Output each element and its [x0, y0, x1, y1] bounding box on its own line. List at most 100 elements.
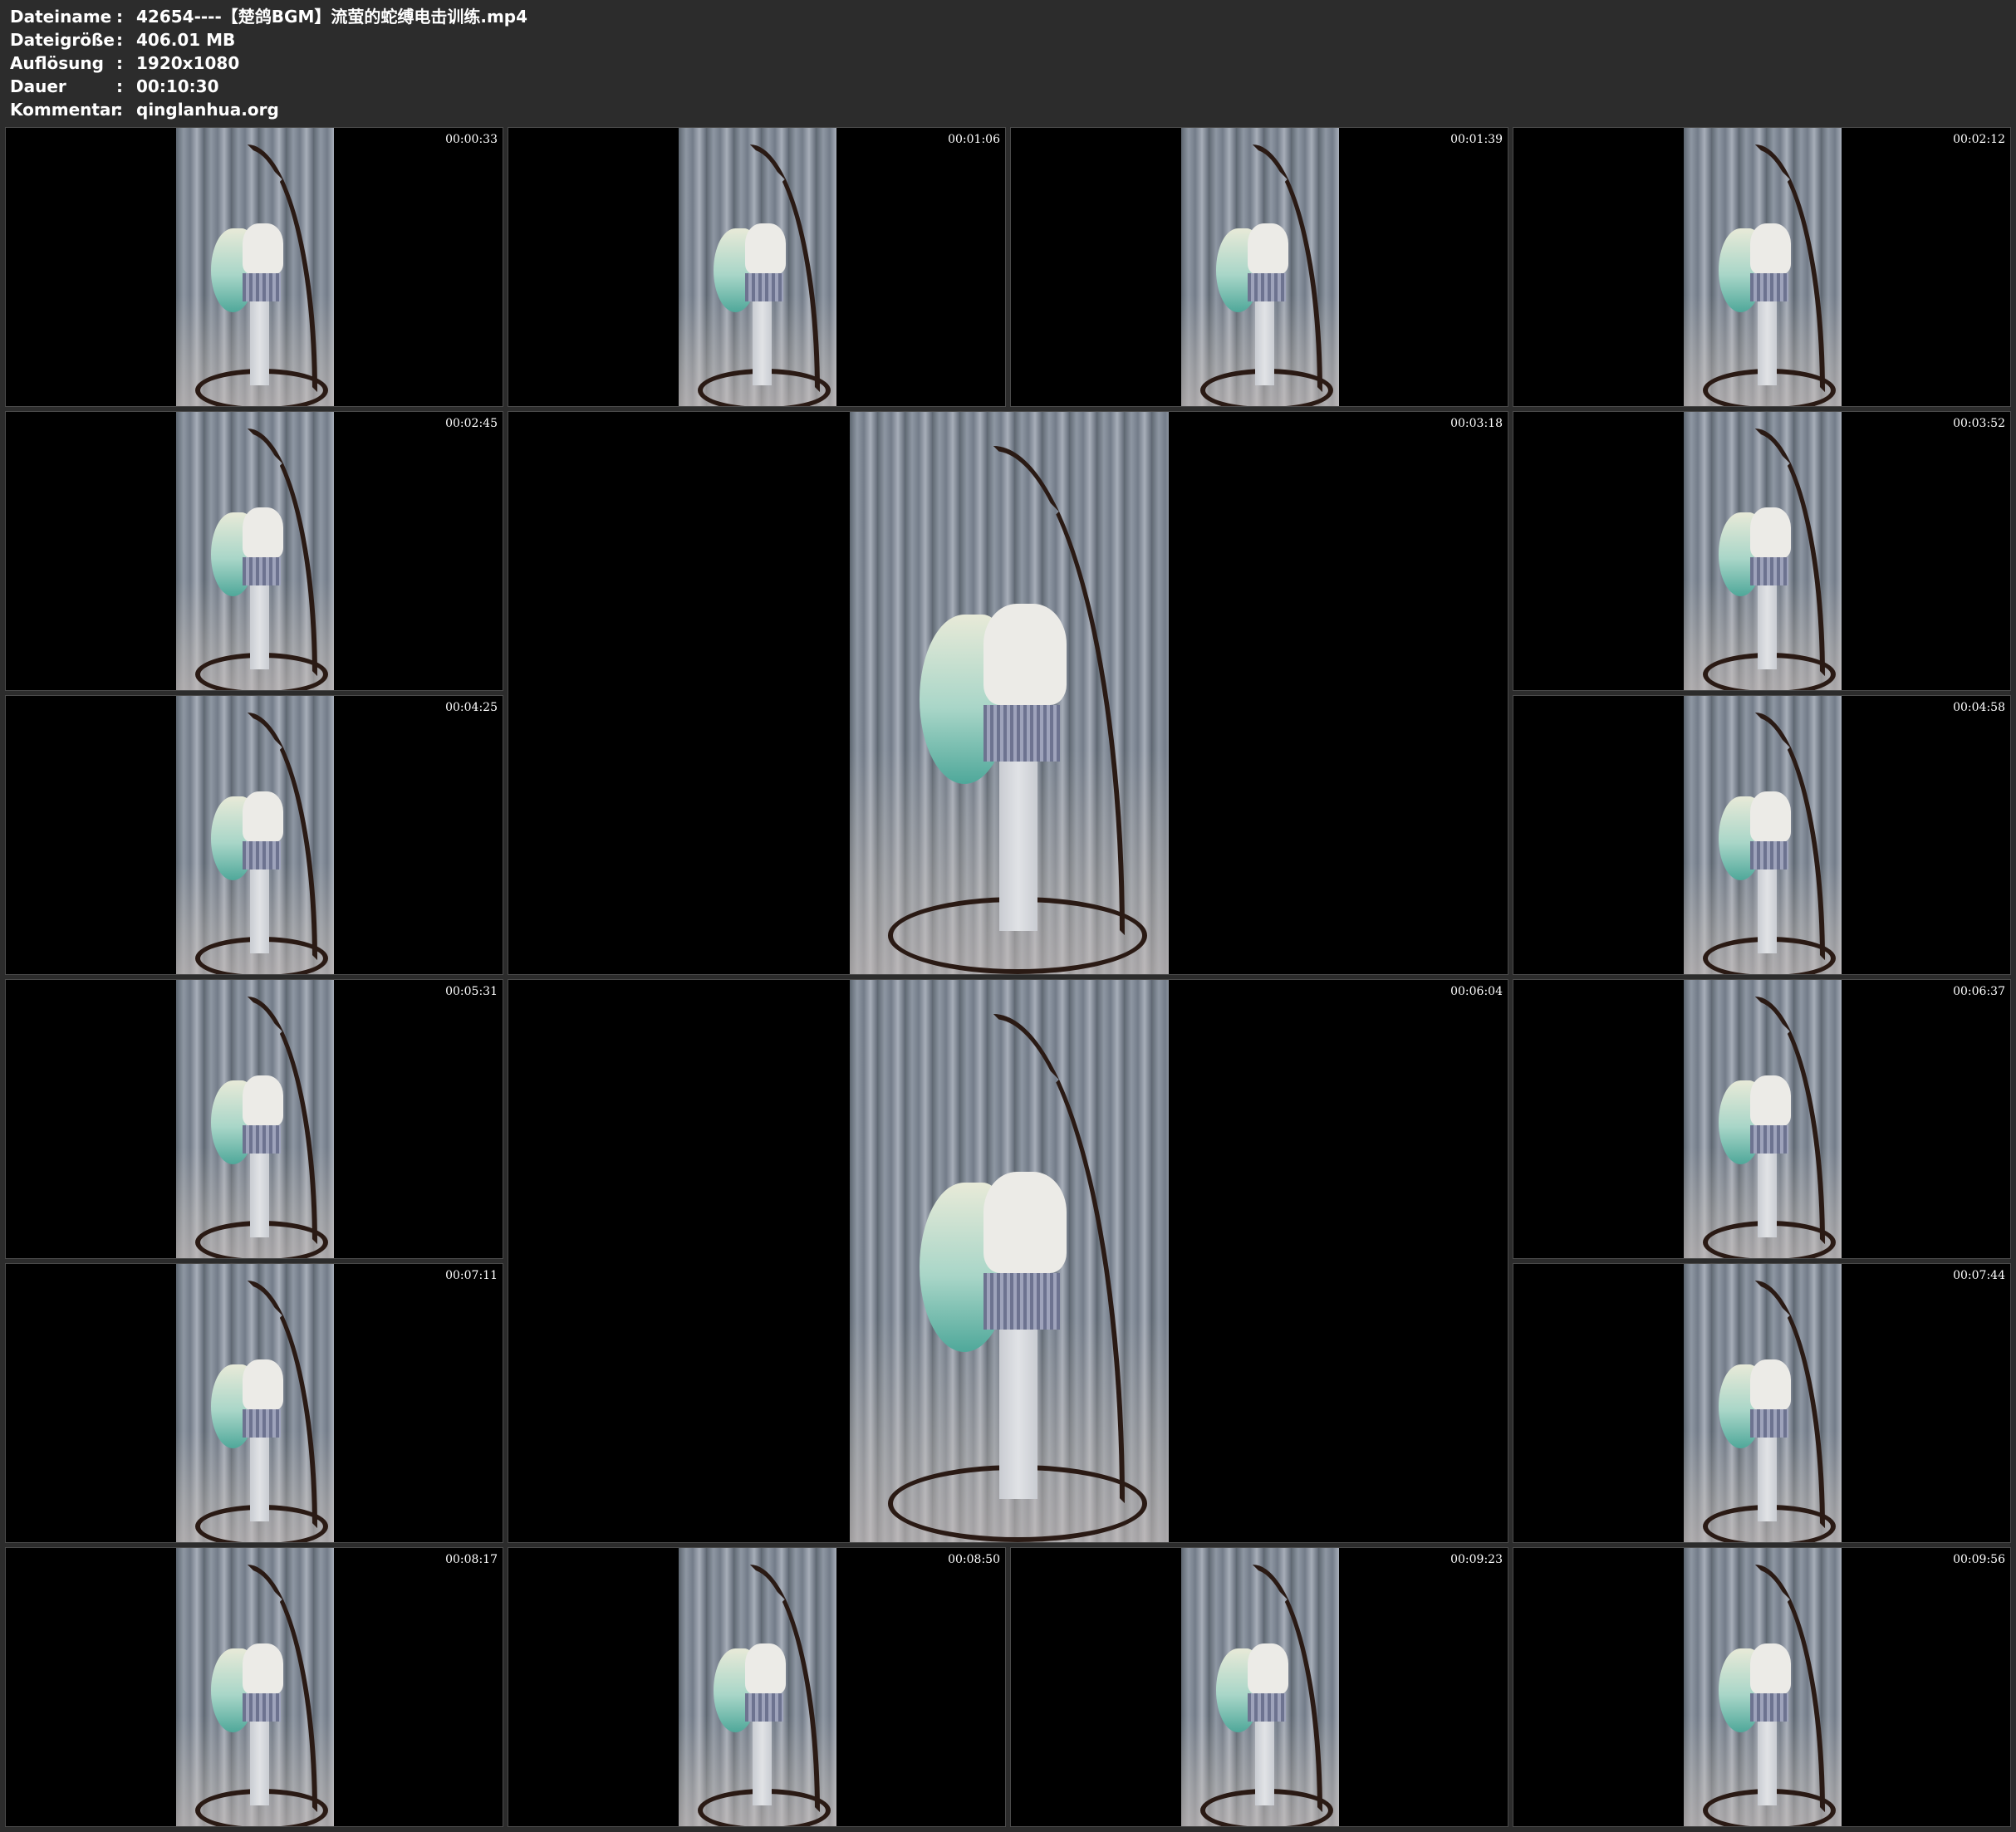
legs-shape [250, 1154, 269, 1237]
legs-shape [250, 869, 269, 953]
video-still [1684, 1548, 1842, 1826]
timestamp-label: 00:06:37 [1953, 985, 2005, 998]
figure-shape [1750, 507, 1791, 558]
thumbnail-frame: 00:04:25 [5, 695, 503, 975]
figure-shape [243, 1075, 283, 1126]
skirt-shape [243, 273, 281, 301]
skirt-shape [1750, 273, 1788, 301]
legs-shape [1758, 585, 1777, 669]
video-still [176, 980, 334, 1258]
thumbnail-frame: 00:03:52 [1513, 411, 2011, 691]
thumbnail-frame: 00:04:58 [1513, 695, 2011, 975]
figure-shape [243, 1359, 283, 1410]
figure-shape [1750, 1359, 1791, 1410]
legs-shape [1255, 1722, 1274, 1805]
timestamp-label: 00:04:25 [445, 701, 498, 714]
figure-shape [983, 1172, 1067, 1273]
skirt-shape [983, 705, 1060, 762]
timestamp-label: 00:09:23 [1450, 1553, 1503, 1566]
timestamp-label: 00:07:11 [445, 1269, 498, 1282]
legs-shape [999, 1330, 1037, 1499]
video-still [176, 412, 334, 690]
thumbnail-frame: 00:07:44 [1513, 1263, 2011, 1543]
timestamp-label: 00:08:17 [445, 1553, 498, 1566]
video-still [1684, 128, 1842, 406]
figure-shape [1750, 223, 1791, 274]
skirt-shape [983, 1273, 1060, 1330]
legs-shape [250, 301, 269, 385]
legs-shape [1758, 1438, 1777, 1521]
video-still [176, 696, 334, 974]
thumbnail-frame: 00:02:45 [5, 411, 503, 691]
video-still [1181, 128, 1339, 406]
thumbnail-frame: 00:02:12 [1513, 127, 2011, 407]
legs-shape [1758, 1722, 1777, 1805]
video-still [176, 1548, 334, 1826]
video-still [679, 128, 836, 406]
legs-shape [1758, 869, 1777, 953]
figure-shape [243, 1643, 283, 1694]
figure-shape [1248, 1643, 1288, 1694]
skirt-shape [243, 1409, 281, 1438]
skirt-shape [1248, 273, 1286, 301]
skirt-shape [1248, 1693, 1286, 1722]
thumbnail-frame: 00:01:06 [508, 127, 1006, 407]
skirt-shape [1750, 841, 1788, 869]
figure-shape [745, 1643, 786, 1694]
thumbnail-frame: 00:09:23 [1010, 1547, 1508, 1827]
video-still [1684, 696, 1842, 974]
video-still [1684, 1264, 1842, 1542]
thumbnail-frame: 00:00:33 [5, 127, 503, 407]
timestamp-label: 00:01:06 [948, 133, 1000, 146]
video-still [176, 1264, 334, 1542]
figure-shape [1750, 1075, 1791, 1126]
skirt-shape [243, 1125, 281, 1154]
skirt-shape [1750, 557, 1788, 585]
thumbnail-frame: 00:01:39 [1010, 127, 1508, 407]
timestamp-label: 00:06:04 [1450, 985, 1503, 998]
legs-shape [250, 585, 269, 669]
figure-shape [1248, 223, 1288, 274]
timestamp-label: 00:01:39 [1450, 133, 1503, 146]
figure-shape [1750, 1643, 1791, 1694]
thumbnail-frame: 00:09:56 [1513, 1547, 2011, 1827]
timestamp-label: 00:00:33 [445, 133, 498, 146]
skirt-shape [1750, 1693, 1788, 1722]
skirt-shape [745, 273, 783, 301]
thumbnail-frame: 00:08:50 [508, 1547, 1006, 1827]
video-still [176, 128, 334, 406]
timestamp-label: 00:03:52 [1953, 417, 2005, 430]
legs-shape [999, 762, 1037, 931]
figure-shape [243, 223, 283, 274]
skirt-shape [1750, 1409, 1788, 1438]
video-still [850, 980, 1169, 1542]
timestamp-label: 00:03:18 [1450, 417, 1503, 430]
video-still [679, 1548, 836, 1826]
legs-shape [1255, 301, 1274, 385]
video-still [1684, 980, 1842, 1258]
skirt-shape [243, 1693, 281, 1722]
thumbnail-frame: 00:08:17 [5, 1547, 503, 1827]
timestamp-label: 00:09:56 [1953, 1553, 2005, 1566]
skirt-shape [745, 1693, 783, 1722]
figure-shape [983, 604, 1067, 705]
figure-shape [745, 223, 786, 274]
thumbnail-frame: 00:07:11 [5, 1263, 503, 1543]
figure-shape [243, 791, 283, 842]
skirt-shape [243, 841, 281, 869]
skirt-shape [243, 557, 281, 585]
video-still [1181, 1548, 1339, 1826]
legs-shape [753, 1722, 772, 1805]
legs-shape [1758, 301, 1777, 385]
figure-shape [243, 507, 283, 558]
timestamp-label: 00:02:45 [445, 417, 498, 430]
thumbnail-frame: 00:03:18 [508, 411, 1508, 975]
timestamp-label: 00:04:58 [1953, 701, 2005, 714]
thumbnail-frame: 00:06:04 [508, 979, 1508, 1543]
timestamp-label: 00:05:31 [445, 985, 498, 998]
thumbnail-frame: 00:06:37 [1513, 979, 2011, 1259]
timestamp-label: 00:08:50 [948, 1553, 1000, 1566]
timestamp-label: 00:02:12 [1953, 133, 2005, 146]
thumbnail-frame: 00:05:31 [5, 979, 503, 1259]
video-still [850, 412, 1169, 974]
